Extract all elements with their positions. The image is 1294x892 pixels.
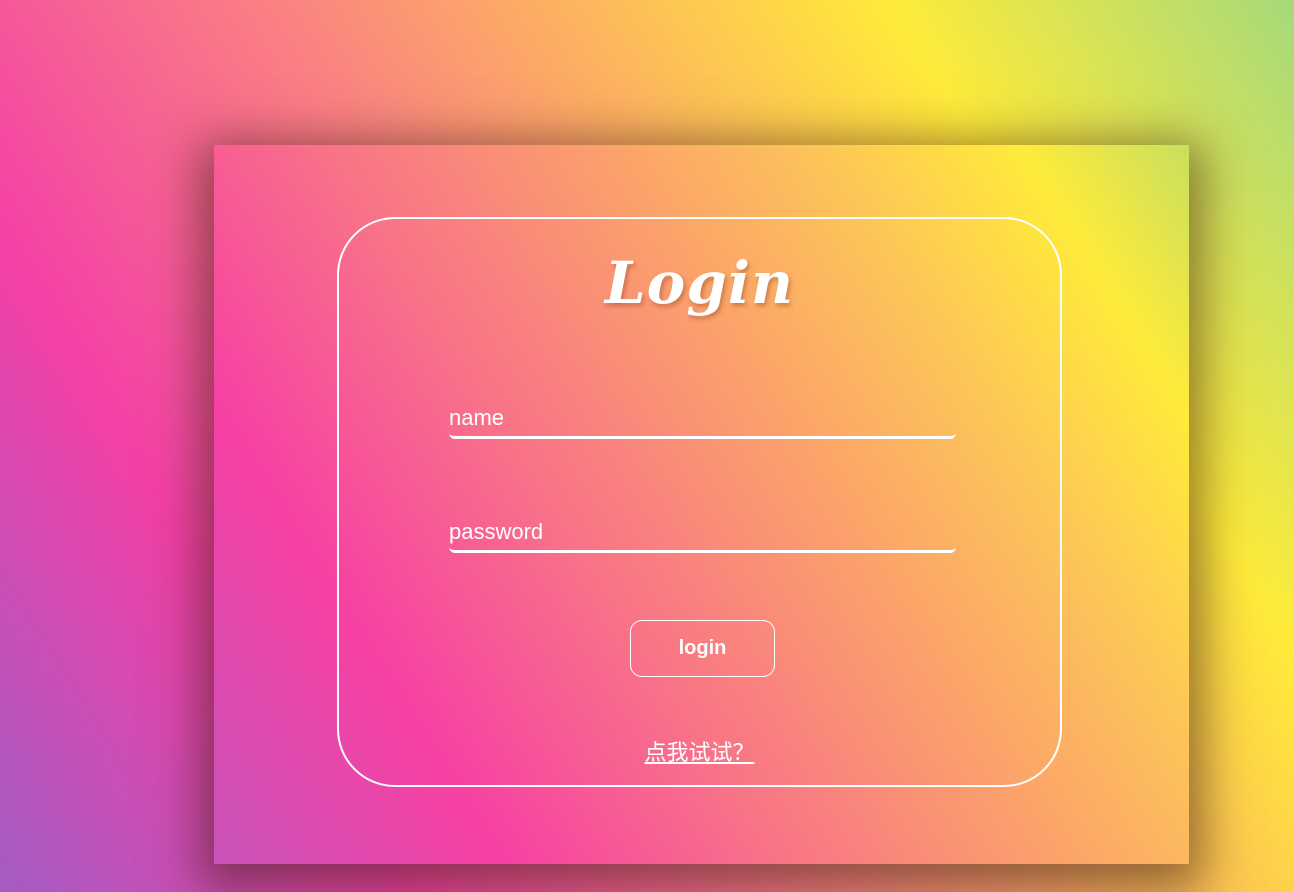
name-input[interactable]: [449, 399, 956, 439]
login-button[interactable]: login: [630, 620, 775, 677]
login-form-frame: Login login 点我试试？: [337, 217, 1062, 787]
login-title: Login: [604, 249, 795, 317]
login-card: Login login 点我试试？: [214, 145, 1189, 864]
try-link[interactable]: 点我试试？: [339, 735, 1060, 767]
password-input[interactable]: [449, 513, 956, 553]
